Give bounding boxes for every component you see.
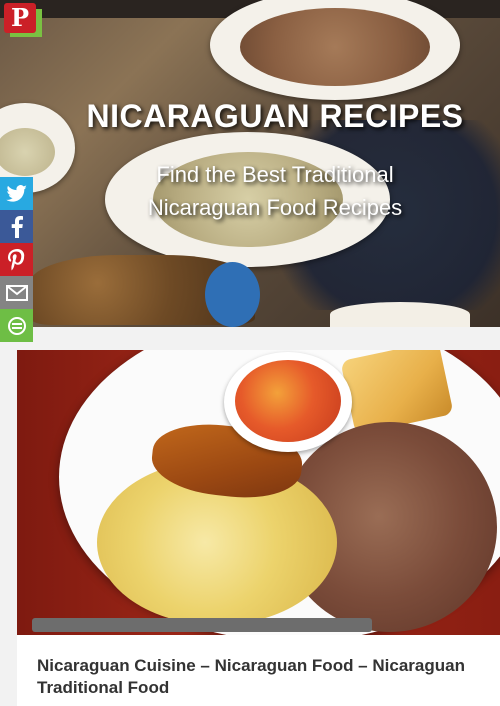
- hero-title: NICARAGUAN RECIPES: [86, 98, 464, 134]
- hero-beans-plate: [330, 302, 470, 327]
- pinterest-badge[interactable]: P: [4, 3, 42, 37]
- share-email-button[interactable]: [0, 276, 33, 309]
- share-facebook-button[interactable]: [0, 210, 33, 243]
- share-bar: [0, 177, 33, 342]
- share-pinterest-button[interactable]: [0, 243, 33, 276]
- share-more-icon: [7, 316, 26, 335]
- article-image[interactable]: [17, 350, 500, 635]
- pinterest-icon: P: [4, 3, 36, 33]
- hero-blue-bowl: [205, 262, 260, 327]
- photo-salsa: [235, 360, 341, 442]
- photo-cutlery: [32, 618, 372, 632]
- hero-plate-top: [210, 0, 460, 100]
- hero-subtitle: Find the Best Traditional Nicaraguan Foo…: [147, 162, 403, 220]
- share-twitter-button[interactable]: [0, 177, 33, 210]
- email-icon: [5, 284, 28, 301]
- facebook-icon: [11, 215, 23, 238]
- hero-banner: NICARAGUAN RECIPES Find the Best Traditi…: [0, 0, 500, 327]
- pinterest-icon: [7, 248, 24, 270]
- article-card[interactable]: Nicaraguan Cuisine – Nicaraguan Food – N…: [17, 350, 500, 706]
- twitter-icon: [5, 184, 27, 202]
- article-title-link[interactable]: Nicaraguan Cuisine – Nicaraguan Food – N…: [37, 655, 497, 699]
- share-more-button[interactable]: [0, 309, 33, 342]
